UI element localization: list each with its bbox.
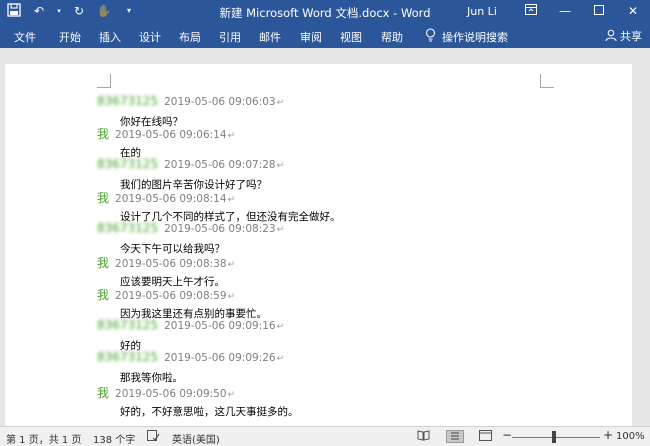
message-timestamp: 2019-05-06 09:08:23 — [164, 223, 276, 235]
tab-mailings[interactable]: 邮件 — [259, 29, 281, 45]
sender-name: 我 — [97, 127, 110, 141]
tab-home[interactable]: 开始 — [59, 29, 81, 45]
document-page[interactable]: 83673125 2019-05-06 09:06:03 ↵ 你好在线吗？ 我 201… — [5, 64, 632, 426]
tab-insert[interactable]: 插入 — [99, 29, 121, 45]
chat-message: 我 2019-05-06 09:06:14 ↵ 在的 — [97, 127, 236, 159]
sender-name: 我 — [97, 191, 110, 205]
maximize-icon[interactable] — [582, 0, 616, 24]
lightbulb-icon — [425, 28, 436, 45]
margin-corner-marker — [540, 74, 554, 88]
sender-name: 我 — [97, 288, 110, 302]
share-label: 共享 — [620, 30, 642, 43]
minimize-icon[interactable]: — — [548, 0, 582, 24]
zoom-level[interactable]: 100% — [616, 431, 645, 442]
close-icon[interactable]: ✕ — [616, 0, 650, 24]
sender-name: 83673125 — [97, 94, 159, 108]
message-timestamp: 2019-05-06 09:09:26 — [164, 352, 276, 364]
sender-name: 我 — [97, 256, 110, 270]
word-count[interactable]: 138 个字 — [93, 431, 135, 446]
language-indicator[interactable]: 英语(美国) — [172, 431, 220, 446]
tell-me-label: 操作说明搜索 — [442, 30, 508, 44]
share-button[interactable]: 共享 — [605, 28, 642, 44]
chat-message: 我 2019-05-06 09:09:50 ↵ 好的，不好意思啦，这几天事挺多的。 — [97, 386, 299, 418]
sender-name: 83673125 — [97, 221, 159, 235]
tell-me-box[interactable]: 操作说明搜索 — [425, 28, 508, 45]
message-timestamp: 2019-05-06 09:06:03 — [164, 96, 276, 108]
message-text: 好的，不好意思啦，这几天事挺多的。 — [120, 406, 299, 418]
sender-name: 我 — [97, 386, 110, 400]
read-mode-icon[interactable] — [416, 430, 430, 443]
ribbon-display-options-icon[interactable] — [514, 0, 548, 24]
ribbon-tabs: 文件 开始 插入 设计 布局 引用 邮件 审阅 视图 帮助 操作说明搜索 共享 — [0, 24, 650, 48]
tab-help[interactable]: 帮助 — [381, 29, 403, 45]
page-count[interactable]: 第 1 页，共 1 页 — [6, 431, 81, 446]
user-name[interactable]: Jun Li — [467, 5, 497, 18]
message-timestamp: 2019-05-06 09:09:16 — [164, 320, 276, 332]
person-icon — [605, 29, 617, 44]
chat-message: 83673125 2019-05-06 09:09:26 ↵ 那我等你啦。 — [97, 350, 285, 384]
tab-references[interactable]: 引用 — [219, 29, 241, 45]
proofing-icon[interactable] — [146, 430, 160, 443]
web-layout-icon[interactable] — [478, 430, 492, 443]
sender-name: 83673125 — [97, 318, 159, 332]
chat-message: 83673125 2019-05-06 09:06:03 ↵ 你好在线吗？ — [97, 94, 285, 128]
document-area[interactable]: 83673125 2019-05-06 09:06:03 ↵ 你好在线吗？ 我 201… — [0, 48, 650, 426]
sender-name: 83673125 — [97, 350, 159, 364]
status-bar: 第 1 页，共 1 页 138 个字 英语(美国) − + 100% — [0, 426, 650, 446]
zoom-out-button[interactable]: − — [502, 428, 512, 442]
tab-design[interactable]: 设计 — [139, 29, 161, 45]
tab-layout[interactable]: 布局 — [179, 29, 201, 45]
message-timestamp: 2019-05-06 09:06:14 — [115, 129, 227, 141]
margin-corner-marker — [97, 74, 111, 88]
sender-name: 83673125 — [97, 157, 159, 171]
message-timestamp: 2019-05-06 09:08:59 — [115, 290, 227, 302]
print-layout-icon[interactable] — [446, 430, 464, 443]
tab-file[interactable]: 文件 — [14, 29, 36, 45]
message-timestamp: 2019-05-06 09:08:14 — [115, 193, 227, 205]
tab-review[interactable]: 审阅 — [300, 29, 322, 45]
tab-view[interactable]: 视图 — [340, 29, 362, 45]
message-timestamp: 2019-05-06 09:09:50 — [115, 388, 227, 400]
chat-message: 83673125 2019-05-06 09:08:23 ↵ 今天下午可以给我吗？ — [97, 221, 285, 255]
zoom-slider-thumb[interactable] — [552, 431, 556, 443]
zoom-slider[interactable] — [512, 437, 600, 438]
zoom-in-button[interactable]: + — [603, 428, 613, 442]
chat-message: 我 2019-05-06 09:08:38 ↵ 应该要明天上午才行。 — [97, 256, 236, 288]
vertical-scrollbar[interactable] — [636, 48, 650, 426]
title-bar: ↶ ▾ ↻ ✋ ▾ 新建 Microsoft Word 文档.docx - Wo… — [0, 0, 650, 24]
message-text: 那我等你啦。 — [120, 372, 183, 384]
chat-message: 83673125 2019-05-06 09:07:28 ↵ 我们的图片辛苦你设计好… — [97, 157, 285, 191]
chat-message: 我 2019-05-06 09:08:14 ↵ 设计了几个不同的样式了，但还没有完全… — [97, 191, 341, 223]
message-timestamp: 2019-05-06 09:08:38 — [115, 258, 227, 270]
chat-message: 我 2019-05-06 09:08:59 ↵ 因为我这里还有点别的事要忙。 — [97, 288, 267, 320]
message-timestamp: 2019-05-06 09:07:28 — [164, 159, 276, 171]
chat-message: 83673125 2019-05-06 09:09:16 ↵ 好的 — [97, 318, 285, 352]
